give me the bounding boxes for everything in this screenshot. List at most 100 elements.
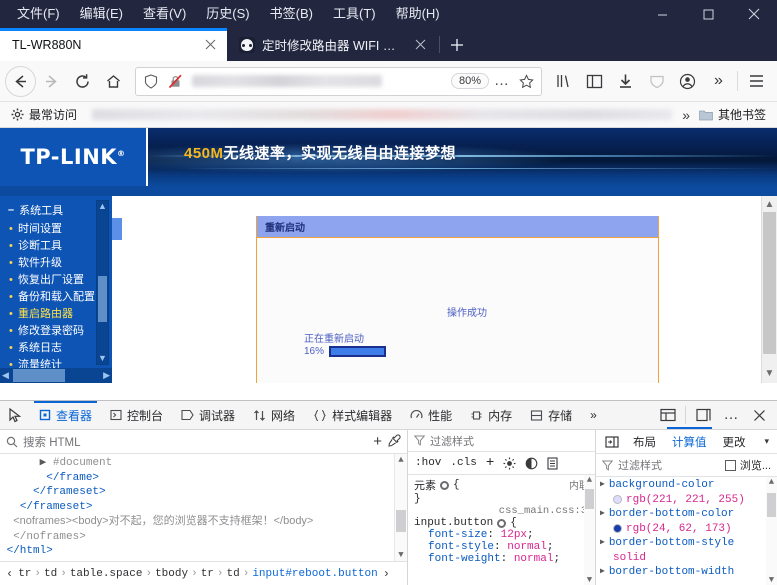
- url-text-redacted[interactable]: [192, 75, 382, 87]
- tab-computed[interactable]: 计算值: [665, 426, 714, 452]
- property-name[interactable]: border-bottom-width: [609, 565, 734, 580]
- property-name[interactable]: font-size: [428, 529, 487, 541]
- light-scheme-button[interactable]: [503, 457, 516, 470]
- forward-button[interactable]: [36, 66, 67, 97]
- scroll-down-icon[interactable]: ▼: [398, 549, 403, 561]
- scrollbar-thumb[interactable]: [13, 369, 65, 382]
- css-declaration[interactable]: font-weight: normal;: [414, 553, 589, 565]
- expand-triangle-icon[interactable]: ▶: [600, 507, 605, 522]
- app-menu-button[interactable]: [741, 66, 772, 97]
- bookmark-items-redacted[interactable]: [92, 109, 673, 120]
- scroll-up-icon[interactable]: ▲: [587, 475, 592, 485]
- color-swatch[interactable]: [613, 524, 622, 534]
- print-media-button[interactable]: [547, 456, 558, 470]
- element-picker-button[interactable]: [0, 401, 30, 429]
- zoom-level-indicator[interactable]: 80%: [450, 73, 489, 89]
- tab-memory[interactable]: 内存: [461, 401, 521, 429]
- bookmarks-overflow-button[interactable]: »: [682, 107, 690, 123]
- back-button[interactable]: [5, 65, 36, 97]
- css-declaration[interactable]: font-style: normal;: [414, 541, 589, 553]
- markup-line[interactable]: <noframes><body>对不起，您的浏览器不支持框架！</body>: [0, 514, 407, 530]
- page-actions-button[interactable]: …: [491, 70, 513, 92]
- scrollbar-thumb[interactable]: [396, 510, 406, 532]
- rules-filter-row[interactable]: 过滤样式: [408, 430, 595, 452]
- content-vertical-scrollbar[interactable]: ▲ ▼: [761, 196, 777, 383]
- tab-storage[interactable]: 存储: [521, 401, 581, 429]
- tab-router[interactable]: TL-WR880N: [0, 28, 227, 61]
- tab-close-button[interactable]: [201, 36, 219, 54]
- computed-property[interactable]: ▶ border-bottom-style: [600, 536, 777, 551]
- scrollbar-thumb[interactable]: [763, 212, 776, 354]
- property-name[interactable]: font-weight: [428, 553, 501, 565]
- browser-styles-toggle[interactable]: 浏览...: [724, 457, 771, 473]
- property-value[interactable]: normal: [514, 553, 554, 565]
- devtools-tabs-overflow[interactable]: »: [581, 401, 606, 429]
- home-button[interactable]: [98, 66, 129, 97]
- tab-changes[interactable]: 更改: [716, 432, 753, 452]
- separate-window-button[interactable]: [689, 401, 717, 430]
- computed-tabs-overflow[interactable]: ▾: [764, 436, 773, 447]
- shield-icon[interactable]: [140, 70, 162, 92]
- rule-source-file[interactable]: css_main.css:3: [414, 505, 589, 517]
- tab-network[interactable]: 网络: [244, 401, 304, 429]
- markup-line[interactable]: </noframes>: [0, 530, 407, 545]
- css-declaration[interactable]: font-size: 12px;: [414, 529, 589, 541]
- filter-placeholder[interactable]: 过滤样式: [618, 457, 662, 473]
- breadcrumb-node[interactable]: td: [227, 568, 240, 580]
- scrollbar-thumb[interactable]: [767, 493, 776, 517]
- scrollbar-thumb[interactable]: [585, 489, 594, 509]
- bookmark-most-visited[interactable]: 最常访问: [6, 104, 82, 125]
- breadcrumb-node[interactable]: td: [44, 568, 57, 580]
- property-name[interactable]: font-style: [428, 541, 494, 553]
- expand-triangle-icon[interactable]: ▶: [600, 478, 605, 493]
- color-swatch[interactable]: [613, 495, 622, 505]
- tab-style-editor[interactable]: 样式编辑器: [304, 401, 401, 429]
- breadcrumb-next-button[interactable]: ›: [381, 567, 392, 581]
- computed-property[interactable]: ▶ border-bottom-width: [600, 565, 777, 580]
- markup-tree[interactable]: ▶ #document </frame> </frameset> </frame…: [0, 454, 407, 561]
- menu-history[interactable]: 历史(S): [197, 3, 258, 25]
- breadcrumb-node[interactable]: tr: [201, 568, 214, 580]
- property-value[interactable]: 12px: [501, 529, 527, 541]
- scroll-left-icon[interactable]: ◀: [0, 370, 11, 381]
- dark-scheme-button[interactable]: [525, 457, 538, 470]
- property-name[interactable]: border-bottom-color: [609, 507, 734, 522]
- css-rule-header[interactable]: input.button {: [414, 517, 589, 529]
- markup-vertical-scrollbar[interactable]: ▲ ▼: [394, 454, 407, 561]
- new-tab-button[interactable]: [442, 30, 472, 60]
- devtools-more-button[interactable]: …: [717, 401, 745, 430]
- markup-line[interactable]: </frameset>: [0, 485, 407, 500]
- markup-search-field[interactable]: 搜索 HTML: [6, 434, 367, 450]
- close-button[interactable]: [731, 0, 777, 28]
- collapse-toggle-icon[interactable]: –: [8, 204, 14, 216]
- menu-edit[interactable]: 编辑(E): [71, 3, 132, 25]
- property-value[interactable]: normal: [507, 541, 547, 553]
- broken-lock-icon[interactable]: [164, 70, 186, 92]
- computed-vertical-scrollbar[interactable]: ▲ ▼: [766, 477, 777, 585]
- breadcrumb-node[interactable]: tr: [18, 568, 31, 580]
- address-bar[interactable]: 80% …: [135, 66, 542, 96]
- tab-wifi-article[interactable]: 定时修改路由器 WIFI 密码: [227, 28, 437, 61]
- pocket-button[interactable]: [641, 66, 672, 97]
- sidebar-button[interactable]: [579, 66, 610, 97]
- downloads-button[interactable]: [610, 66, 641, 97]
- breadcrumb-node-selected[interactable]: input#reboot.button: [252, 568, 377, 580]
- markup-line[interactable]: </frameset>: [0, 500, 407, 515]
- responsive-design-button[interactable]: [654, 401, 682, 430]
- rule-selector[interactable]: input.button: [414, 517, 493, 529]
- menu-bookmarks[interactable]: 书签(B): [261, 3, 322, 25]
- property-name[interactable]: border-bottom-style: [609, 536, 734, 551]
- tab-close-button[interactable]: [411, 36, 429, 54]
- menu-view[interactable]: 查看(V): [134, 3, 195, 25]
- gear-icon[interactable]: [440, 480, 449, 490]
- hover-states-button[interactable]: :hov: [415, 457, 441, 469]
- scroll-down-icon[interactable]: ▼: [587, 575, 592, 585]
- tab-inspector[interactable]: 查看器: [30, 401, 101, 429]
- scroll-right-icon[interactable]: ▶: [101, 370, 112, 381]
- gear-icon[interactable]: [497, 518, 507, 528]
- markup-line[interactable]: </html>: [0, 544, 407, 559]
- sidebar-vertical-scrollbar[interactable]: ▲ ▼: [96, 200, 109, 365]
- minimize-button[interactable]: [639, 0, 685, 28]
- library-button[interactable]: [548, 66, 579, 97]
- markup-line[interactable]: ▶ #document: [0, 456, 407, 471]
